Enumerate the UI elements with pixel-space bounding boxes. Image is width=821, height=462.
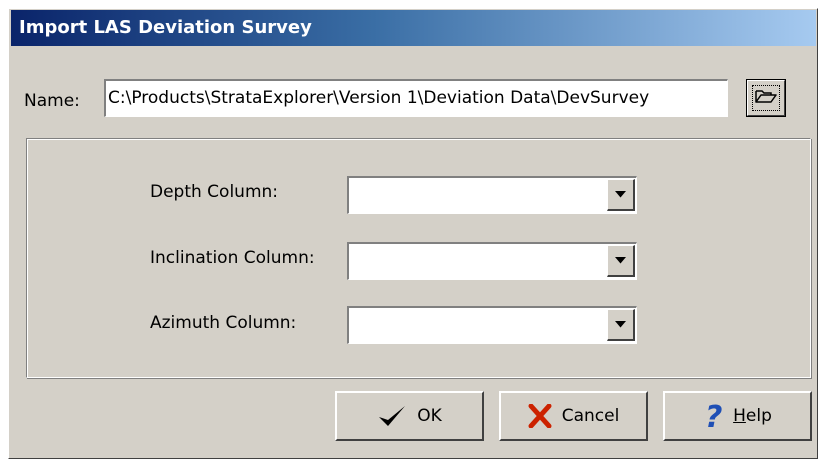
help-button[interactable]: ? Help <box>663 391 812 441</box>
x-icon <box>528 404 552 428</box>
inclination-column-label: Inclination Column: <box>150 248 315 268</box>
chevron-down-icon[interactable] <box>607 245 635 277</box>
import-las-dialog: Import LAS Deviation Survey Name: C:\Pro… <box>8 8 818 459</box>
inclination-column-select[interactable] <box>347 242 637 280</box>
azimuth-column-label: Azimuth Column: <box>150 313 297 333</box>
depth-column-select[interactable] <box>347 176 637 214</box>
column-mapping-group: Depth Column: Inclination Column: Azimut… <box>26 138 811 378</box>
name-label: Name: <box>24 91 80 111</box>
dialog-title: Import LAS Deviation Survey <box>19 17 312 38</box>
svg-text:?: ? <box>705 401 722 431</box>
cancel-button[interactable]: Cancel <box>499 391 648 441</box>
focus-rect <box>752 85 780 111</box>
chevron-down-icon[interactable] <box>607 309 635 341</box>
chevron-down-icon[interactable] <box>607 179 635 211</box>
name-input[interactable]: C:\Products\StrataExplorer\Version 1\Dev… <box>104 79 728 117</box>
browse-button[interactable] <box>746 79 786 117</box>
ok-button[interactable]: OK <box>335 391 484 441</box>
cancel-label: Cancel <box>561 406 620 426</box>
title-bar[interactable]: Import LAS Deviation Survey <box>11 10 816 46</box>
question-icon: ? <box>703 401 723 431</box>
azimuth-column-select[interactable] <box>347 306 637 344</box>
help-label: Help <box>733 406 772 426</box>
ok-label: OK <box>417 406 442 426</box>
checkmark-icon <box>377 404 407 428</box>
depth-column-label: Depth Column: <box>150 182 279 202</box>
